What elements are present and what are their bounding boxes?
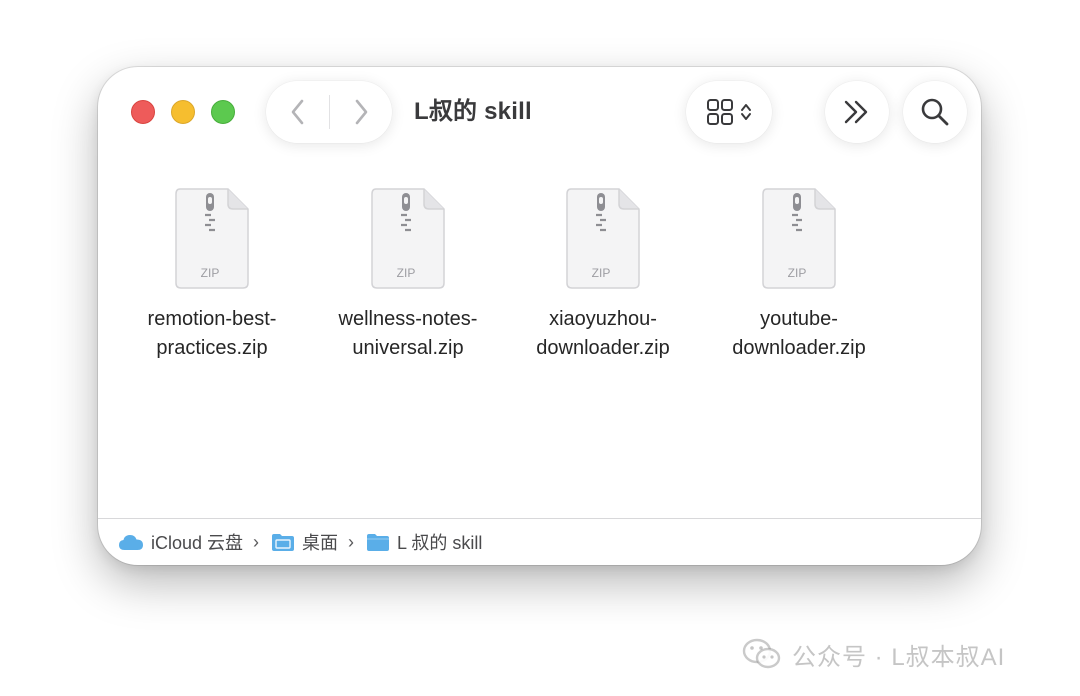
- zip-badge: ZIP: [788, 266, 807, 280]
- zip-file-icon: ZIP: [371, 188, 445, 289]
- path-item-current-folder[interactable]: L 叔的 skill: [366, 529, 482, 555]
- close-button[interactable]: [131, 100, 155, 124]
- chevron-left-icon: [291, 99, 303, 125]
- navigation-group: [266, 81, 392, 143]
- icloud-icon: [119, 535, 143, 550]
- window-title: L叔的 skill: [414, 98, 532, 125]
- zip-file-icon: ZIP: [175, 188, 249, 289]
- minimize-button[interactable]: [171, 100, 195, 124]
- path-item-label: 桌面: [302, 533, 339, 553]
- chevron-right-icon: ›: [253, 531, 260, 552]
- chevron-right-icon: [355, 99, 367, 125]
- file-name: xiaoyuzhou- downloader.zip: [536, 308, 670, 359]
- zip-badge: ZIP: [201, 266, 220, 280]
- path-item-label: iCloud 云盘: [151, 533, 244, 553]
- wechat-icon: [742, 638, 781, 669]
- path-item-label: L 叔的 skill: [397, 533, 483, 553]
- zip-file-icon: ZIP: [762, 188, 836, 289]
- back-button[interactable]: [267, 81, 329, 143]
- zip-badge: ZIP: [592, 266, 611, 280]
- more-toolbar-items-button[interactable]: [825, 81, 889, 143]
- file-grid: ZIP remotion-best- practices.zip ZIP wel…: [98, 187, 981, 487]
- folder-icon: [367, 534, 390, 551]
- toolbar: L叔的 skill: [98, 67, 981, 159]
- magnifying-glass-icon: [921, 98, 949, 126]
- path-item-icloud[interactable]: iCloud 云盘: [118, 529, 243, 555]
- finder-window: L叔的 skill ZIP remotion-best- practices.z…: [98, 67, 981, 565]
- grid-view-icon: [707, 99, 733, 125]
- forward-button[interactable]: [330, 81, 392, 143]
- file-name: remotion-best- practices.zip: [147, 308, 277, 359]
- up-down-chevron-icon: [741, 104, 751, 120]
- watermark-text: 公众号 · L叔本叔AI: [792, 643, 1006, 671]
- path-bar: iCloud 云盘 › 桌面 › L 叔的 skill: [98, 518, 981, 565]
- zoom-button[interactable]: [211, 100, 235, 124]
- watermark: 公众号 · L叔本叔AI: [742, 638, 1006, 671]
- double-chevron-right-icon: [844, 100, 868, 124]
- path-item-desktop[interactable]: 桌面: [271, 529, 338, 555]
- zip-file-icon: ZIP: [566, 188, 640, 289]
- file-name: wellness-notes- universal.zip: [338, 308, 478, 359]
- file-name: youtube- downloader.zip: [732, 308, 866, 359]
- desktop-folder-icon: [272, 534, 295, 551]
- search-button[interactable]: [903, 81, 967, 143]
- view-options-button[interactable]: [686, 81, 772, 143]
- chevron-right-icon: ›: [348, 531, 355, 552]
- zip-badge: ZIP: [397, 266, 416, 280]
